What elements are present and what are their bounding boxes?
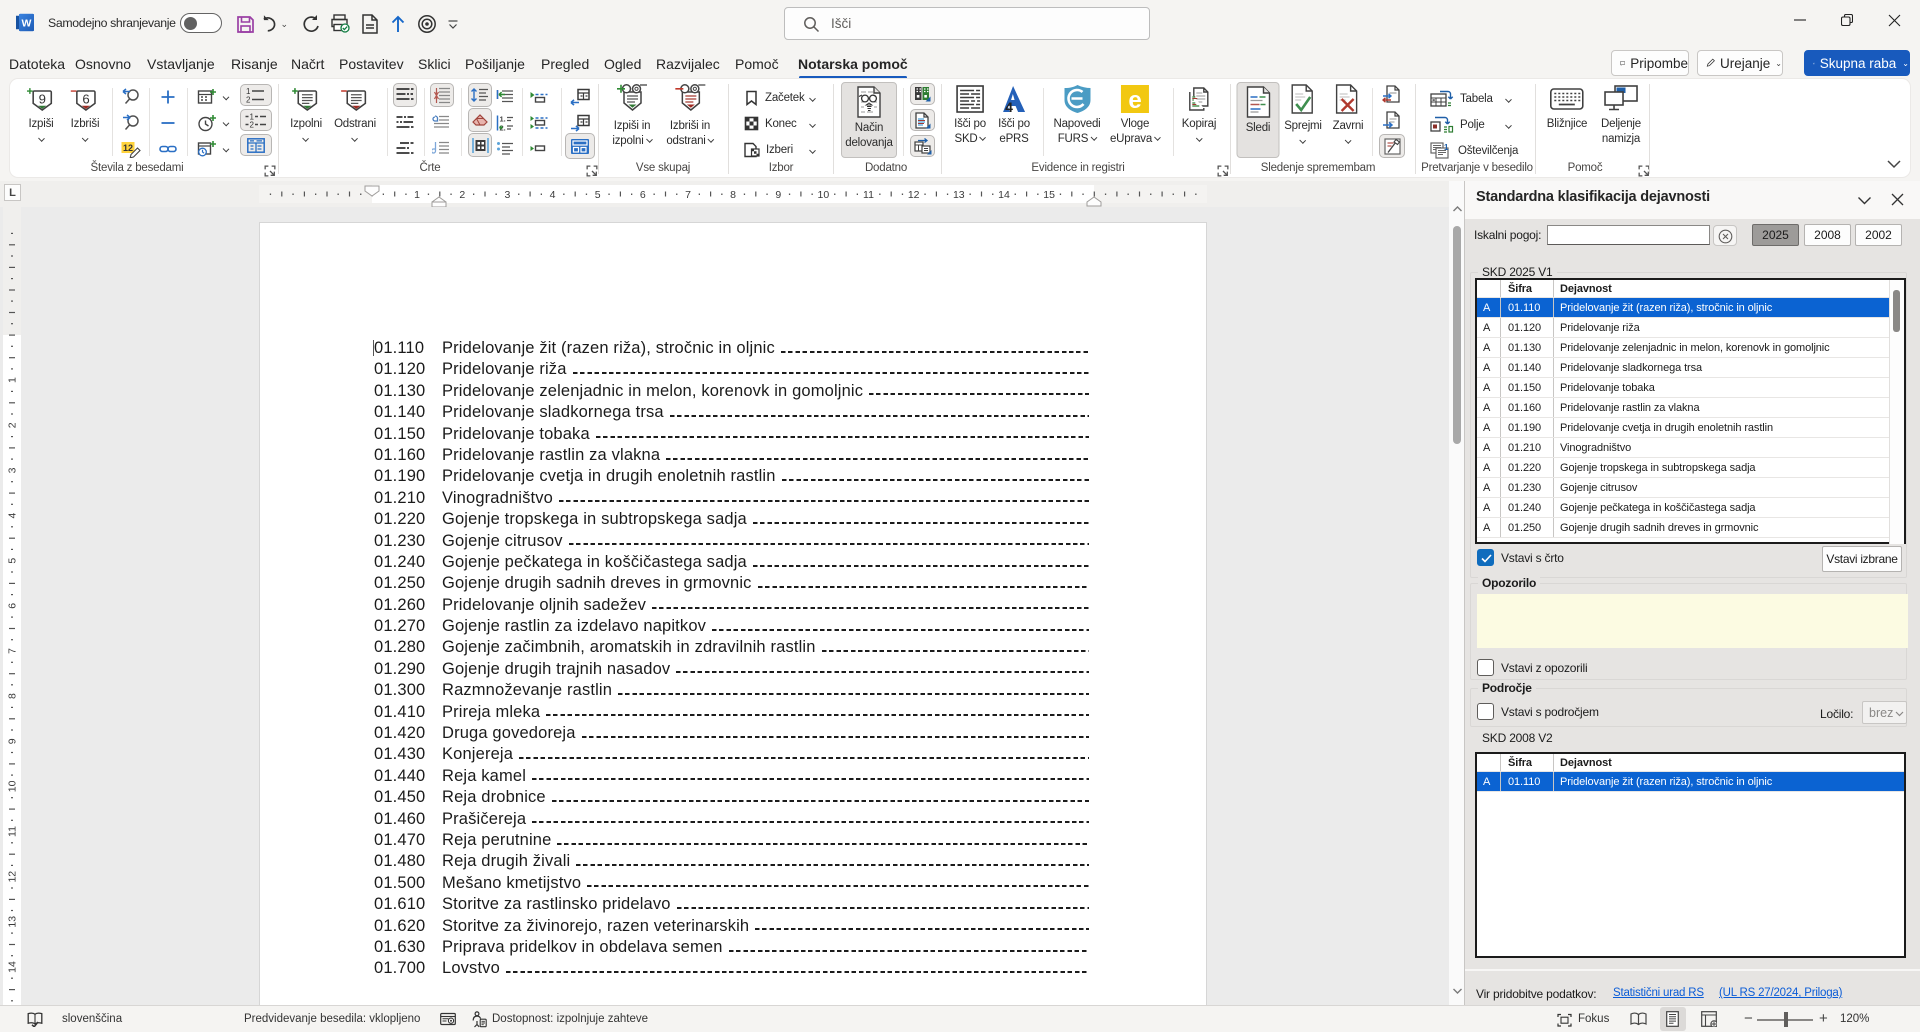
svg-text:9: 9 bbox=[7, 738, 19, 744]
svg-text:12: 12 bbox=[7, 871, 19, 883]
svg-text:12: 12 bbox=[123, 143, 133, 153]
svg-text:13: 13 bbox=[7, 916, 19, 928]
svg-text:10: 10 bbox=[7, 780, 19, 792]
svg-text:6: 6 bbox=[640, 189, 646, 201]
svg-text:3: 3 bbox=[504, 189, 510, 201]
svg-text:5: 5 bbox=[7, 558, 19, 564]
svg-text:6: 6 bbox=[7, 603, 19, 609]
svg-text:W: W bbox=[22, 18, 32, 30]
svg-text:8: 8 bbox=[7, 693, 19, 699]
svg-text:2: 2 bbox=[459, 189, 465, 201]
svg-text:5: 5 bbox=[595, 189, 601, 201]
svg-text:4: 4 bbox=[550, 189, 556, 201]
svg-text:2: 2 bbox=[246, 96, 251, 104]
svg-text:1.: 1. bbox=[500, 115, 506, 124]
svg-text:8: 8 bbox=[730, 189, 736, 201]
svg-text:1: 1 bbox=[7, 377, 19, 383]
svg-text:4: 4 bbox=[1005, 99, 1013, 114]
svg-text:10: 10 bbox=[818, 189, 830, 201]
svg-text:15: 15 bbox=[1043, 189, 1055, 201]
svg-text:1: 1 bbox=[414, 189, 420, 201]
svg-text:3: 3 bbox=[7, 467, 19, 473]
svg-text:12: 12 bbox=[908, 189, 920, 201]
svg-text:2: 2 bbox=[7, 422, 19, 428]
svg-text:7: 7 bbox=[685, 189, 691, 201]
svg-text:4: 4 bbox=[7, 513, 19, 519]
svg-text:6: 6 bbox=[83, 91, 90, 106]
svg-text:11: 11 bbox=[7, 826, 19, 837]
svg-text:2: 2 bbox=[250, 121, 255, 129]
svg-text:13: 13 bbox=[953, 189, 965, 201]
svg-text:9: 9 bbox=[775, 189, 781, 201]
svg-text:9: 9 bbox=[39, 91, 46, 106]
svg-text:11: 11 bbox=[863, 189, 874, 201]
svg-text:14: 14 bbox=[7, 961, 19, 973]
svg-text:14: 14 bbox=[998, 189, 1010, 201]
svg-text:e: e bbox=[1128, 87, 1141, 114]
svg-text:7: 7 bbox=[7, 648, 19, 654]
